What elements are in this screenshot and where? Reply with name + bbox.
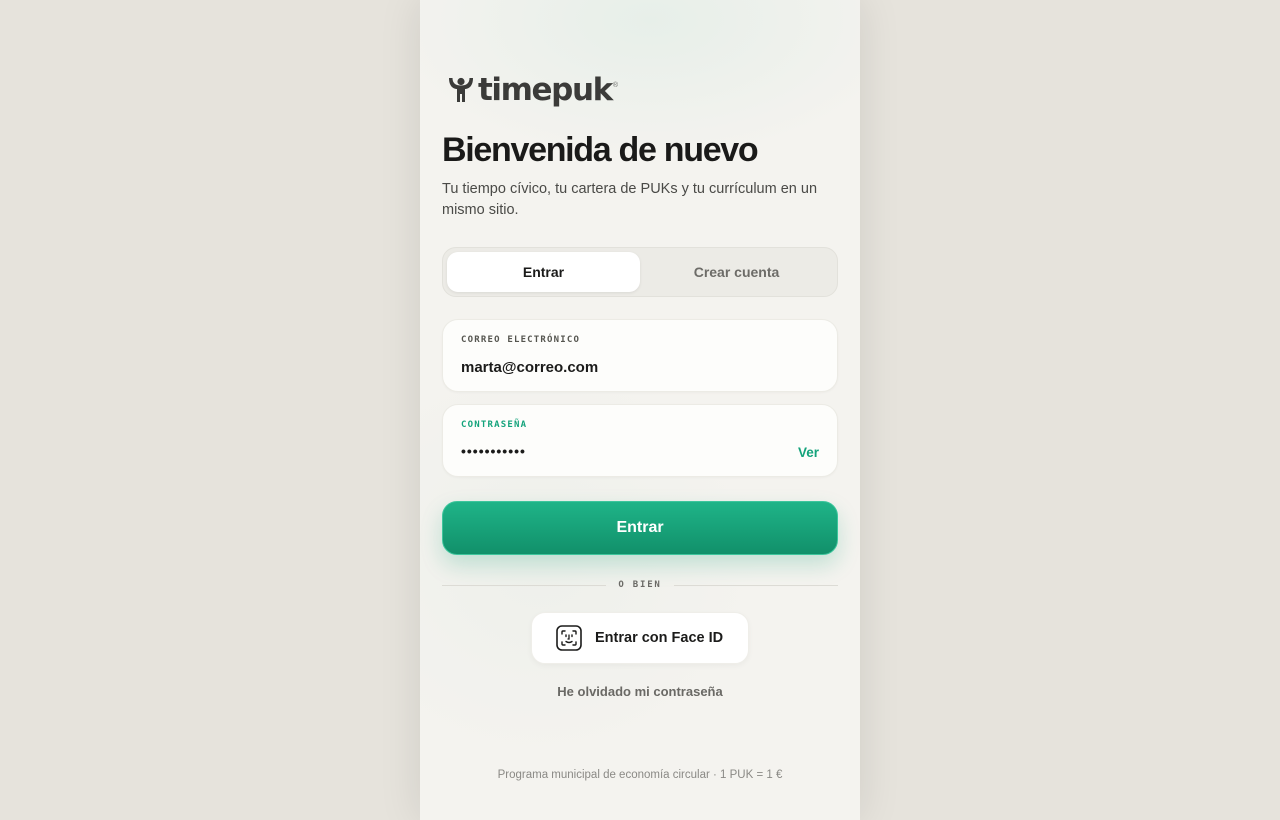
email-input[interactable]: [461, 356, 791, 378]
page-title: Bienvenida de nuevo: [442, 131, 759, 169]
forgot-password-link[interactable]: He olvidado mi contraseña: [420, 684, 860, 699]
face-id-button[interactable]: Entrar con Face ID: [531, 612, 749, 664]
registered-mark: ®: [612, 81, 619, 89]
divider-label: O BIEN: [618, 580, 662, 590]
password-label: CONTRASEÑA: [461, 420, 528, 430]
brand-logo: timepuk ®: [446, 72, 618, 108]
divider-line-right: [673, 584, 838, 586]
face-id-label: Entrar con Face ID: [595, 630, 724, 646]
tab-sign-in[interactable]: Entrar: [447, 252, 640, 292]
page-subtitle: Tu tiempo cívico, tu cartera de PUKs y t…: [442, 181, 818, 218]
footer-note: Programa municipal de economía circular …: [497, 769, 783, 781]
show-password-button[interactable]: Ver: [798, 445, 819, 460]
password-field[interactable]: CONTRASEÑA Ver: [442, 404, 838, 477]
tab-create-account[interactable]: Crear cuenta: [640, 252, 833, 292]
sign-in-button[interactable]: Entrar: [442, 501, 838, 555]
email-label: CORREO ELECTRÓNICO: [461, 335, 581, 345]
face-id-icon: [556, 625, 582, 651]
auth-mode-tabs: Entrar Crear cuenta: [442, 247, 838, 297]
person-arms-up-icon: [449, 77, 473, 102]
email-field[interactable]: CORREO ELECTRÓNICO: [442, 319, 838, 392]
or-divider: O BIEN: [442, 577, 838, 593]
password-input[interactable]: [461, 440, 791, 462]
divider-line-left: [442, 584, 607, 586]
brand-name: timepuk: [478, 72, 613, 108]
login-panel: timepuk ® Bienvenida de nuevo Tu tiempo …: [420, 0, 860, 820]
